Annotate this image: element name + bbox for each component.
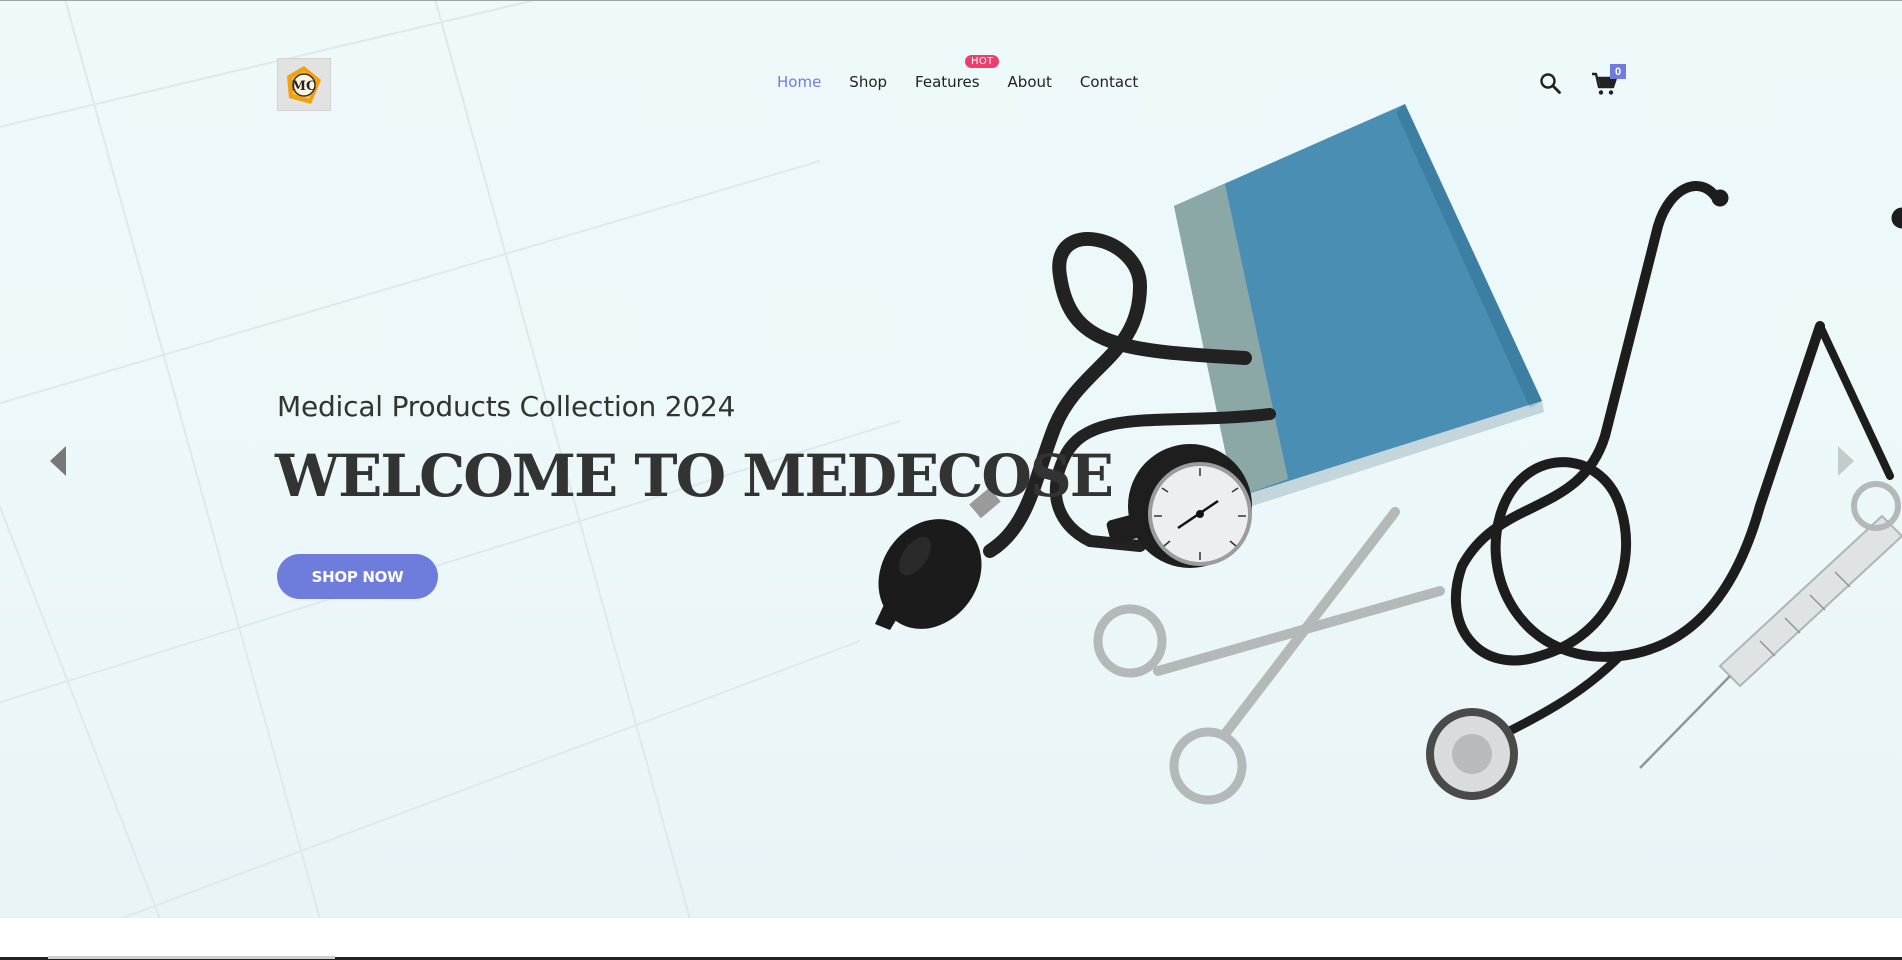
nav-features-label: Features: [915, 73, 980, 91]
hero-subtitle: Medical Products Collection 2024: [277, 390, 736, 423]
stethoscope: [1450, 181, 1902, 751]
syringe: [1639, 481, 1902, 769]
search-icon: [1540, 73, 1561, 94]
logo-text: MC: [292, 79, 317, 94]
shop-now-button[interactable]: SHOP NOW: [277, 554, 438, 599]
caret-left-icon: [50, 446, 66, 476]
nav-about[interactable]: About: [1008, 73, 1052, 91]
nav-features[interactable]: Features HOT: [915, 55, 1000, 91]
hero-title: WELCOME TO MEDECOSE: [275, 442, 1114, 510]
nav-contact[interactable]: Contact: [1080, 73, 1138, 91]
site-logo[interactable]: MC: [277, 58, 331, 111]
cart-count-badge: 0: [1610, 64, 1626, 79]
bottom-divider-highlight: [48, 956, 335, 959]
main-navigation: Home Shop Features HOT About Contact: [777, 55, 1166, 91]
surgical-scissors: [1093, 507, 1445, 805]
blood-pressure-cuff: [1174, 104, 1544, 510]
search-button[interactable]: [1538, 71, 1564, 97]
nav-home[interactable]: Home: [777, 73, 821, 91]
page-content-start: [0, 918, 1902, 960]
logo-emblem-icon: MC: [287, 65, 321, 104]
hero-slider: MC Home Shop Features HOT About Contact …: [0, 0, 1902, 918]
hot-badge: HOT: [965, 55, 1000, 68]
pump-bulb: [875, 487, 1001, 630]
stethoscope-chestpiece: [1426, 708, 1518, 800]
slider-prev-button[interactable]: [48, 444, 68, 478]
nav-shop[interactable]: Shop: [849, 73, 887, 91]
